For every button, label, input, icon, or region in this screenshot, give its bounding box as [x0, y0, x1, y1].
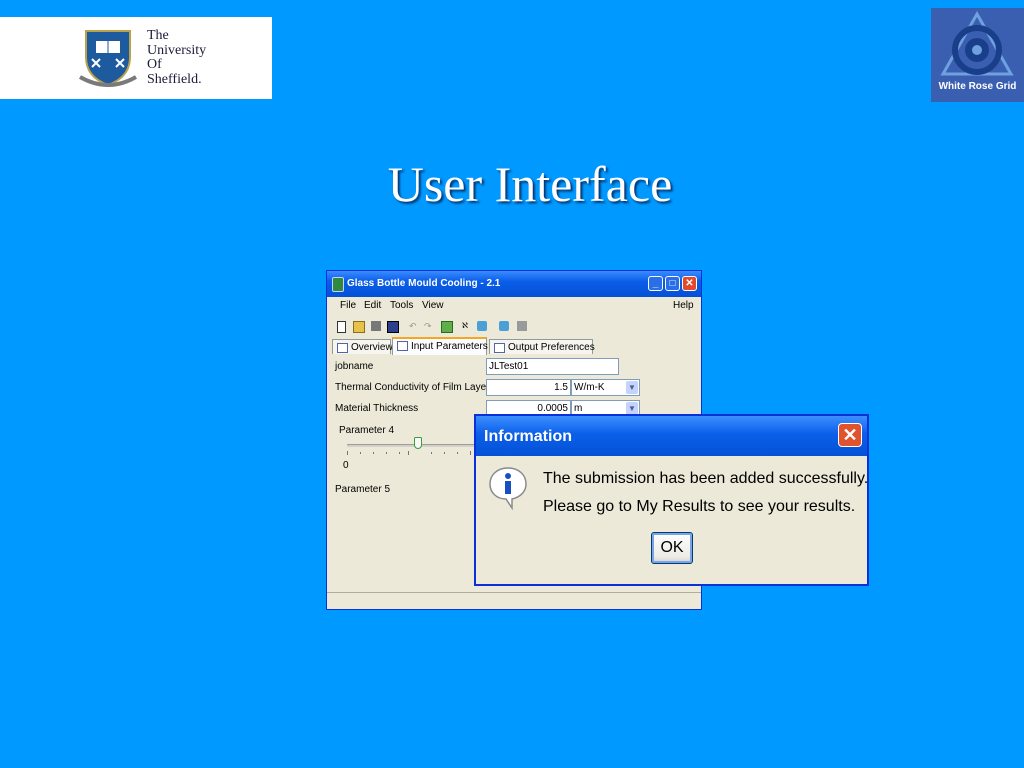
parameter-4-label: Parameter 4: [339, 425, 395, 436]
toolbar: ↶ ↷ ℵ: [327, 315, 701, 337]
slider-tick: [386, 452, 387, 454]
slide-title: User Interface: [387, 156, 673, 212]
statusbar: [327, 592, 701, 609]
slider-tick: [431, 452, 432, 454]
parameter-5-label: Parameter 5: [335, 484, 391, 495]
university-name: The University Of Sheffield.: [147, 28, 207, 87]
menu-view[interactable]: View: [422, 300, 444, 311]
white-rose-grid-logo: White Rose Grid: [931, 8, 1024, 102]
chevron-down-icon[interactable]: ▼: [626, 381, 638, 394]
app-titlebar[interactable]: Glass Bottle Mould Cooling - 2.1 _ □ ✕: [327, 271, 701, 297]
slider-tick: [373, 452, 374, 454]
thermal-conductivity-label: Thermal Conductivity of Film Layer: [335, 382, 490, 393]
slider-tick: [347, 451, 348, 455]
undo-icon[interactable]: ↶: [409, 321, 419, 331]
refresh-icon[interactable]: [441, 321, 453, 333]
submit-icon[interactable]: [499, 321, 509, 331]
dialog-message-line-1: The submission has been added successful…: [543, 470, 869, 487]
thermal-unit-select[interactable]: W/m-K ▼: [571, 379, 640, 396]
close-button[interactable]: ✕: [682, 276, 697, 291]
dialog-titlebar[interactable]: Information ✕: [476, 416, 867, 456]
tab-overview[interactable]: Overview: [332, 339, 393, 354]
app-title: Glass Bottle Mould Cooling - 2.1: [347, 278, 501, 289]
white-rose-grid-label: White Rose Grid: [938, 81, 1017, 92]
redo-icon[interactable]: ↷: [424, 321, 434, 331]
open-folder-icon[interactable]: [353, 321, 365, 333]
app-icon: [332, 277, 344, 292]
tab-input-parameters[interactable]: Input Parameters: [392, 337, 488, 355]
dialog-title: Information: [484, 428, 572, 445]
dialog-message-line-2: Please go to My Results to see your resu…: [543, 498, 856, 515]
white-rose-grid-icon: [940, 10, 1014, 76]
menubar: File Edit Tools View Help: [327, 297, 701, 315]
minimize-button[interactable]: _: [648, 276, 663, 291]
slider-tick: [470, 451, 471, 455]
menu-file[interactable]: File: [340, 300, 356, 311]
new-file-icon[interactable]: [337, 321, 346, 333]
slider-tick: [399, 452, 400, 454]
sheffield-crest-icon: [79, 30, 137, 87]
run-icon[interactable]: [477, 321, 487, 331]
calculate-icon[interactable]: ℵ: [462, 321, 472, 331]
tab-output-preferences[interactable]: Output Preferences: [489, 339, 595, 354]
slider-min-label: 0: [343, 460, 349, 471]
slider-tick: [360, 452, 361, 454]
slider-tick: [444, 452, 445, 454]
menu-help[interactable]: Help: [673, 300, 694, 311]
menu-tools[interactable]: Tools: [390, 300, 413, 311]
parameter-4-slider-thumb[interactable]: [414, 437, 422, 449]
maximize-button[interactable]: □: [665, 276, 680, 291]
save-icon[interactable]: [387, 321, 399, 333]
thickness-unit-value: m: [574, 403, 583, 414]
tab-page-icon: [337, 343, 348, 353]
tab-page-icon: [397, 341, 408, 351]
info-icon: [489, 467, 527, 510]
menu-edit[interactable]: Edit: [364, 300, 381, 311]
slider-tick: [408, 451, 409, 455]
jobname-label: jobname: [335, 361, 374, 372]
stop-icon[interactable]: [517, 321, 527, 331]
ok-button[interactable]: OK: [651, 532, 693, 564]
slider-tick: [457, 452, 458, 454]
information-dialog: Information ✕ The submission has been ad…: [474, 414, 869, 586]
jobname-input[interactable]: JLTest01: [486, 358, 619, 375]
save-disabled-icon[interactable]: [371, 321, 381, 331]
tab-page-icon: [494, 343, 505, 353]
material-thickness-label: Material Thickness: [335, 403, 419, 414]
parameter-4-slider-track[interactable]: [347, 444, 477, 447]
thermal-conductivity-input[interactable]: 1.5: [486, 379, 571, 396]
university-of-sheffield-logo: The University Of Sheffield.: [0, 17, 272, 99]
dialog-close-button[interactable]: ✕: [838, 423, 862, 447]
thermal-unit-value: W/m-K: [574, 382, 605, 393]
